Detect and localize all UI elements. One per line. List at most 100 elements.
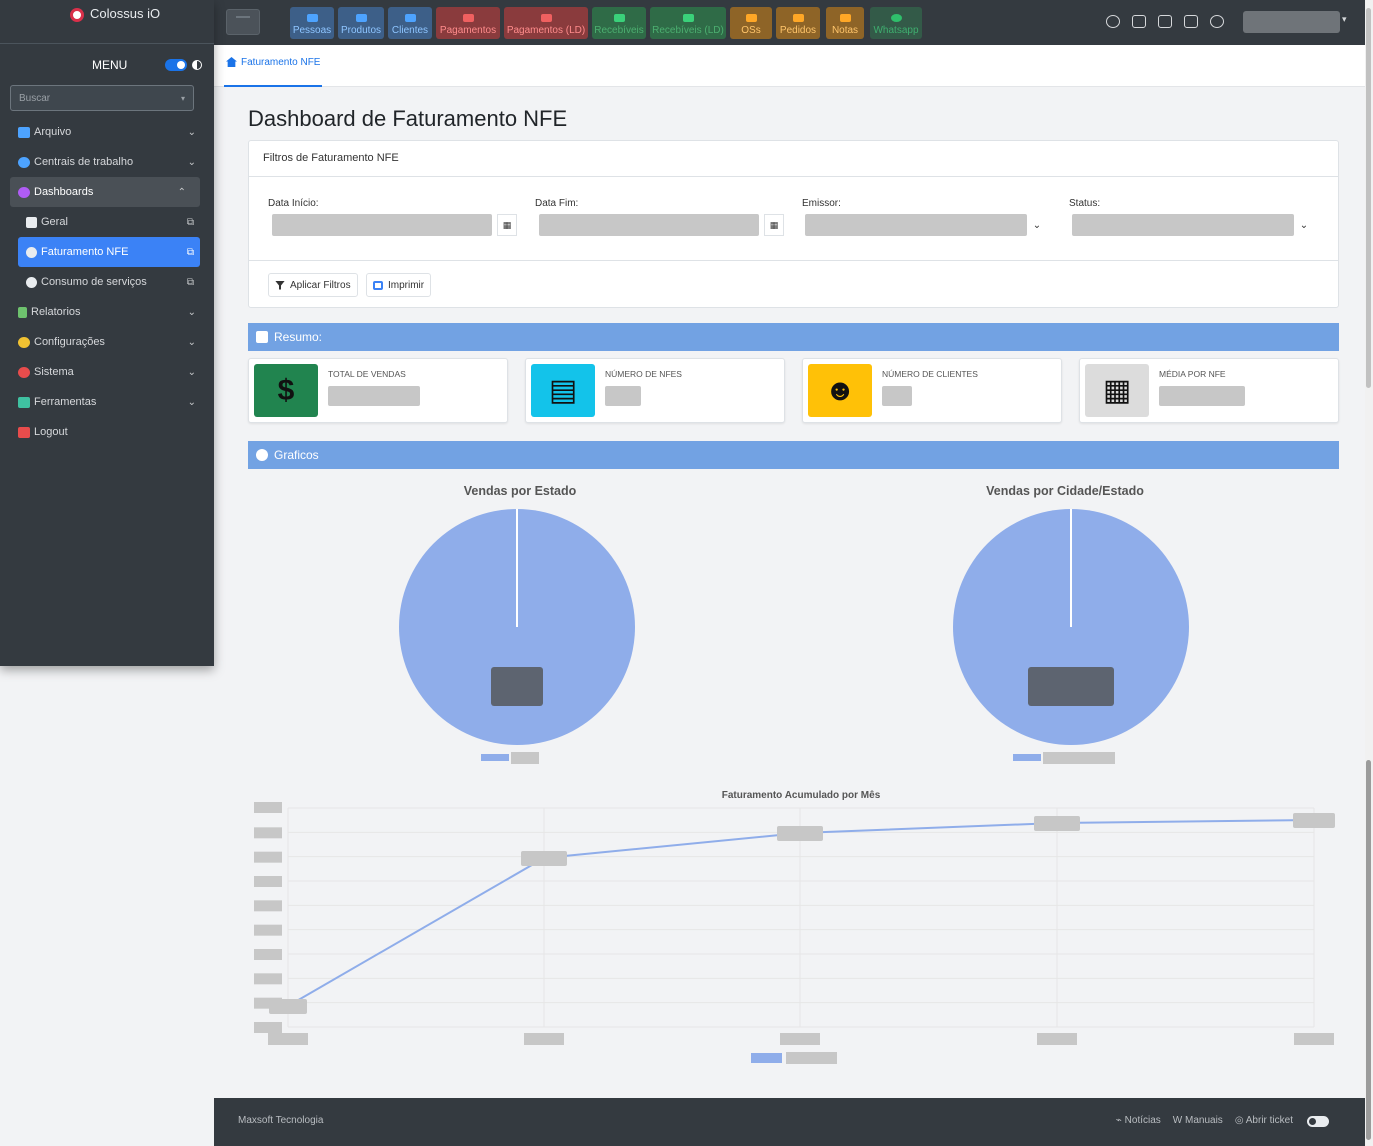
toolbar-button-produtos[interactable]: Produtos xyxy=(338,7,384,39)
info-box-total-vendas: $ TOTAL DE VENDAS xyxy=(248,358,508,423)
calendar-icon[interactable]: ▦ xyxy=(764,214,784,236)
caret-down-icon: ▾ xyxy=(180,93,185,103)
sidebar-item-arquivo[interactable]: Arquivo ⌄ xyxy=(0,117,214,147)
line-chart-faturamento: Faturamento Acumulado por Mês xyxy=(254,790,1335,1064)
dollar-icon: $ xyxy=(254,364,318,417)
settings-icon xyxy=(18,336,30,348)
sidebar-subitem-label: Faturamento NFE xyxy=(41,246,129,258)
toolbar-button-clientes[interactable]: Clientes xyxy=(388,7,432,39)
y-tick-label xyxy=(254,924,282,936)
info-box-value xyxy=(605,386,641,406)
caret-down-icon[interactable]: ▾ xyxy=(1342,14,1347,25)
sidebar-item-sistema[interactable]: Sistema ⌄ xyxy=(0,357,214,387)
resumo-header: Resumo: xyxy=(248,323,1339,351)
footer-link-ticket[interactable]: ◎ Abrir ticket xyxy=(1235,1115,1293,1126)
logout-icon xyxy=(18,426,30,438)
search-input[interactable]: Buscar ▾ xyxy=(10,85,194,111)
data-inicio-input[interactable] xyxy=(272,214,492,236)
footer-brand: Maxsoft Tecnologia xyxy=(238,1115,324,1126)
toolbar-button-pessoas[interactable]: Pessoas xyxy=(290,7,334,39)
toolbar-button-recebiveis-ld[interactable]: Recebíveis (LD) xyxy=(650,7,726,39)
users-icon: ☻ xyxy=(808,364,872,417)
payment-icon xyxy=(540,14,552,22)
bell-icon[interactable] xyxy=(1106,15,1120,28)
toolbar-button-whatsapp[interactable]: Whatsapp xyxy=(870,7,922,39)
toolbar-button-label: Pagamentos xyxy=(439,25,497,36)
id-card-icon[interactable] xyxy=(1184,15,1198,28)
line-chart-title: Faturamento Acumulado por Mês xyxy=(722,790,881,801)
chevron-down-icon[interactable]: ⌄ xyxy=(1027,214,1047,236)
data-fim-label: Data Fim: xyxy=(535,198,579,209)
calculator-icon: ▦ xyxy=(1085,364,1149,417)
sidebar-subitem-faturamento-nfe[interactable]: Faturamento NFE ⧉ xyxy=(18,237,200,267)
status-select[interactable] xyxy=(1072,214,1294,236)
sidebar-subitem-consumo[interactable]: Consumo de serviços ⧉ xyxy=(0,267,214,297)
toolbar-button-oss[interactable]: OSs xyxy=(730,7,772,39)
mail-icon[interactable] xyxy=(1132,15,1146,28)
filter-card: Filtros de Faturamento NFE Data Início: … xyxy=(248,140,1339,308)
sidebar-item-configuracoes[interactable]: Configurações ⌄ xyxy=(0,327,214,357)
sidebar-item-logout[interactable]: Logout xyxy=(0,417,214,447)
toolbar-button-label: Pessoas xyxy=(292,25,332,36)
footer-link-label: Manuais xyxy=(1185,1115,1223,1126)
folder-icon xyxy=(18,126,30,138)
toolbar-button-pedidos[interactable]: Pedidos xyxy=(776,7,820,39)
search-placeholder: Buscar xyxy=(19,92,51,104)
emissor-select[interactable] xyxy=(805,214,1027,236)
footer-link-label: Notícias xyxy=(1124,1115,1161,1126)
tools-icon xyxy=(18,396,30,408)
footer-link-noticias[interactable]: ⌁ Notícias xyxy=(1116,1115,1161,1126)
sidebar-item-dashboards[interactable]: Dashboards ⌃ xyxy=(10,177,200,207)
toolbar-button-label: Recebíveis xyxy=(594,25,644,36)
pie-chart-icon xyxy=(26,246,37,258)
scrollbar[interactable] xyxy=(1365,0,1373,1146)
pie-chart-vendas-estado xyxy=(399,509,635,764)
legend-swatch xyxy=(1013,754,1041,761)
footer-theme-switch[interactable] xyxy=(1307,1116,1329,1127)
sidebar-subitem-geral[interactable]: Geral ⧉ xyxy=(0,207,214,237)
app-brand[interactable]: Colossus iO xyxy=(0,0,214,44)
folder-icon[interactable] xyxy=(1158,15,1172,28)
info-box-media-nfe: ▦ MÉDIA POR NFE xyxy=(1079,358,1339,423)
people-icon xyxy=(306,14,318,22)
footer-link-label: Abrir ticket xyxy=(1245,1115,1293,1126)
sidebar-item-label: Relatorios xyxy=(31,306,81,318)
theme-toggle[interactable] xyxy=(165,59,202,71)
chevron-down-icon[interactable]: ⌄ xyxy=(1294,214,1314,236)
sidebar-item-ferramentas[interactable]: Ferramentas ⌄ xyxy=(0,387,214,417)
sidebar-item-centrais[interactable]: Centrais de trabalho ⌄ xyxy=(0,147,214,177)
apply-filters-button[interactable]: Aplicar Filtros xyxy=(268,273,358,297)
app-logo-icon xyxy=(70,8,84,22)
scrollbar-thumb[interactable] xyxy=(1366,760,1371,1140)
sidebar-item-relatorios[interactable]: Relatorios ⌄ xyxy=(0,297,214,327)
user-menu[interactable] xyxy=(1243,11,1340,33)
legend-label xyxy=(511,752,539,764)
calendar-icon[interactable]: ▦ xyxy=(497,214,517,236)
user-circle-icon[interactable] xyxy=(1210,15,1224,28)
toolbar-button-label: OSs xyxy=(741,25,761,36)
toolbar-button-pagamentos-ld[interactable]: Pagamentos (LD) xyxy=(504,7,588,39)
info-box-value xyxy=(882,386,912,406)
menu-header: MENU xyxy=(0,45,214,85)
page-title: Dashboard de Faturamento NFE xyxy=(248,106,568,131)
data-fim-input[interactable] xyxy=(539,214,759,236)
sidebar: Colossus iO MENU Buscar ▾ Arquivo ⌄ Cent… xyxy=(0,0,214,666)
toolbar-button-notas[interactable]: Notas xyxy=(826,7,864,39)
toggle-switch[interactable] xyxy=(165,59,187,71)
print-button[interactable]: Imprimir xyxy=(366,273,432,297)
document-icon: ▤ xyxy=(531,364,595,417)
tab-faturamento-nfe[interactable]: Faturamento NFE xyxy=(224,54,323,87)
toolbar-button-label: Whatsapp xyxy=(873,25,919,36)
camera-icon xyxy=(26,216,37,228)
y-tick-label xyxy=(254,827,282,839)
toolbar-button-recebiveis[interactable]: Recebíveis xyxy=(592,7,646,39)
external-link-icon: ⧉ xyxy=(186,216,194,228)
toolbar-button-pagamentos[interactable]: Pagamentos xyxy=(436,7,500,39)
footer-link-manuais[interactable]: W Manuais xyxy=(1173,1115,1223,1126)
chevron-down-icon: ⌄ xyxy=(187,156,196,168)
dashboard-icon xyxy=(18,186,30,198)
hamburger-button[interactable] xyxy=(226,9,260,35)
status-label: Status: xyxy=(1069,198,1101,209)
scrollbar-thumb-top[interactable] xyxy=(1366,8,1371,388)
money-icon xyxy=(613,14,625,22)
